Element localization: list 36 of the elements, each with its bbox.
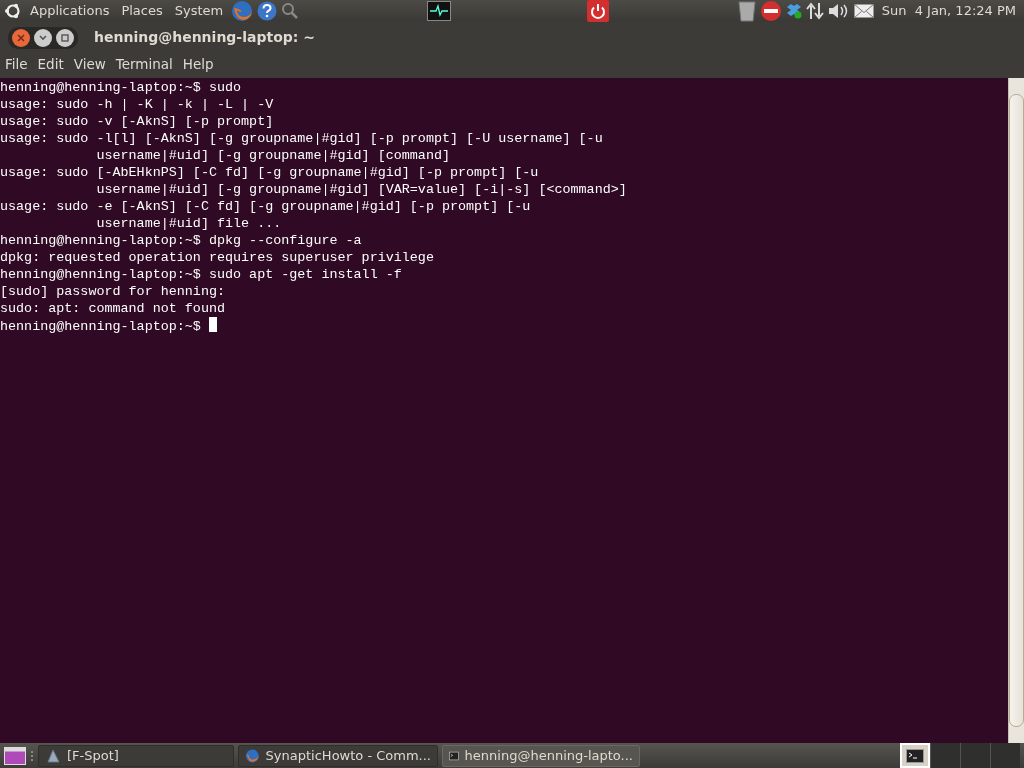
window-title: henning@henning-laptop: ~: [94, 28, 315, 47]
power-icon[interactable]: [587, 0, 610, 22]
network-arrows-icon[interactable]: [805, 2, 824, 20]
ubuntu-logo-icon[interactable]: [4, 2, 22, 20]
browser-icon[interactable]: [231, 0, 254, 22]
close-icon: [17, 33, 25, 42]
help-icon[interactable]: [257, 1, 278, 21]
menu-item[interactable]: Edit: [32, 54, 69, 75]
chevron-down-icon: [39, 34, 47, 41]
panel-menu[interactable]: System: [170, 1, 228, 21]
handle-icon: [30, 750, 34, 761]
box-icon[interactable]: [785, 3, 802, 19]
show-desktop-icon[interactable]: [4, 746, 26, 765]
trash-icon[interactable]: [737, 0, 756, 22]
taskbar-button[interactable]: henning@henning-lapto...: [442, 744, 640, 767]
volume-icon[interactable]: [827, 3, 850, 19]
terminal-icon: [906, 748, 924, 763]
menu-item[interactable]: File: [0, 54, 33, 75]
terminal-output: henning@henning-laptop:~$ sudo usage: sudo -h | -K | -k | -L | -V usage: sudo -v [-AknS] [-p prompt] usage: sudo -l[l] [-AknS] [-g groupname|#gid] [-p prompt] [-U username] [-u username|#uid] [-g groupname|#gid] [command] usage: sudo [-AbEHknPS] [-C fd] [-g groupname|#gid] [-p prompt] [-u username|#uid] [-g groupname|#gid] [VAR=value] [-i|-s] [<command>] usage: sudo -e [-AknS] [-C fd] [-g groupname|#gid] [-p prompt] [-u username|#uid] file ... henning@henning-laptop:~$ dpkg --configure -a dpkg: requested operation requires superuser privilege henning@henning-laptop:~$ sudo apt -get install -f [sudo] password for henning: sudo: apt: command not found henning@henning-laptop:~$: [0, 79, 628, 336]
system-monitor-icon[interactable]: [427, 1, 452, 21]
taskbar-button[interactable]: [F-Spot]: [38, 744, 234, 767]
taskbar-button[interactable]: SynapticHowto - Comm...: [238, 744, 438, 767]
menu-item[interactable]: Help: [177, 54, 219, 75]
browser-icon: [245, 747, 260, 764]
mail-icon[interactable]: [853, 4, 874, 18]
no-entry-icon[interactable]: [759, 0, 782, 22]
panel-menu[interactable]: Applications: [26, 1, 114, 21]
minimize-button[interactable]: [34, 28, 52, 47]
photo-stack-icon: [45, 747, 61, 764]
close-button[interactable]: [12, 28, 30, 47]
square-icon: [61, 33, 69, 42]
menu-item[interactable]: Terminal: [110, 54, 178, 75]
menu-item[interactable]: View: [68, 54, 111, 75]
panel-menu[interactable]: Places: [117, 1, 167, 21]
panel-clock[interactable]: Sun 4 Jan, 12:24 PM: [877, 1, 1020, 21]
maximize-button[interactable]: [56, 28, 74, 47]
